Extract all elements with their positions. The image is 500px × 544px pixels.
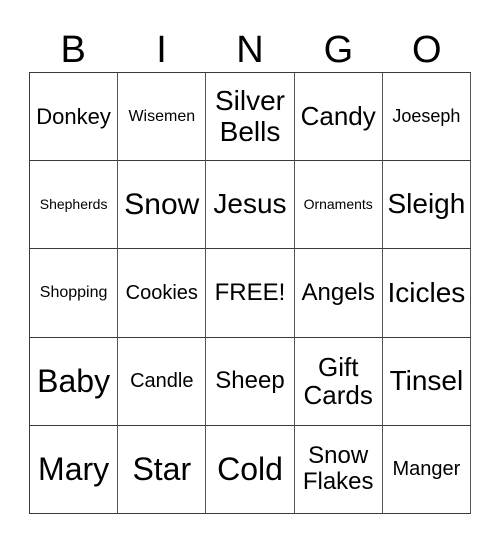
bingo-cell[interactable]: Shepherds [30, 161, 119, 250]
bingo-cell[interactable]: Shopping [30, 249, 119, 338]
bingo-cell[interactable]: Jesus [206, 161, 295, 250]
bingo-cell[interactable]: Candy [294, 73, 383, 162]
bingo-cell[interactable]: Donkey [30, 73, 119, 162]
header-letter-o: O [411, 29, 442, 71]
bingo-header: B I N G O [29, 28, 471, 72]
bingo-cell[interactable]: Joeseph [382, 73, 471, 162]
bingo-cell[interactable]: Ornaments [294, 161, 383, 250]
bingo-cell[interactable]: Star [118, 425, 207, 514]
bingo-cell[interactable]: Tinsel [382, 337, 471, 426]
bingo-grid: Donkey Wisemen Silver Bells Candy Joesep… [29, 72, 471, 514]
bingo-cell[interactable]: Snow Flakes [294, 425, 383, 514]
bingo-cell[interactable]: Manger [382, 425, 471, 514]
bingo-cell[interactable]: Cold [206, 425, 295, 514]
bingo-cell[interactable]: Sleigh [382, 161, 471, 250]
bingo-cell[interactable]: Baby [30, 337, 119, 426]
free-space[interactable]: FREE! [206, 249, 295, 338]
bingo-cell[interactable]: Gift Cards [294, 337, 383, 426]
bingo-cell[interactable]: Angels [294, 249, 383, 338]
bingo-cell[interactable]: Silver Bells [206, 73, 295, 162]
header-letter-i: I [156, 29, 167, 71]
bingo-cell[interactable]: Candle [118, 337, 207, 426]
bingo-cell[interactable]: Cookies [118, 249, 207, 338]
bingo-cell[interactable]: Wisemen [118, 73, 207, 162]
header-letter-n: N [236, 29, 264, 71]
header-letter-b: B [60, 29, 86, 71]
bingo-cell[interactable]: Snow [118, 161, 207, 250]
header-letter-g: G [323, 29, 354, 71]
bingo-cell[interactable]: Sheep [206, 337, 295, 426]
bingo-cell[interactable]: Mary [30, 425, 119, 514]
bingo-cell[interactable]: Icicles [382, 249, 471, 338]
